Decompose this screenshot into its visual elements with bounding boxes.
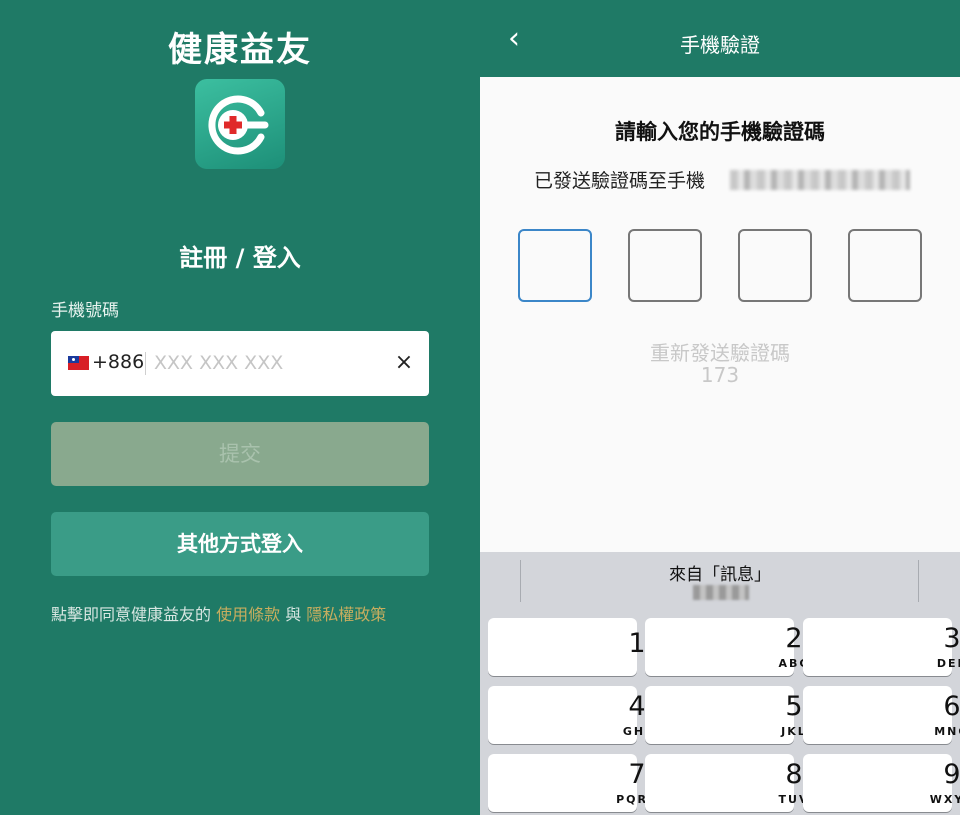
- terms-notice: 點擊即同意健康益友的 使用條款 與 隱私權政策: [51, 601, 386, 625]
- verification-screen: ‹ 手機驗證 請輸入您的手機驗證碼 已發送驗證碼至手機 重新發送驗證碼 173 …: [480, 0, 960, 815]
- key-7[interactable]: 7 PQRS: [488, 754, 656, 812]
- code-box-2[interactable]: [628, 229, 702, 302]
- code-box-1[interactable]: [518, 229, 592, 302]
- terms-of-use-link[interactable]: 使用條款: [216, 605, 280, 624]
- resend-code-link[interactable]: 重新發送驗證碼: [480, 337, 960, 366]
- register-login-title: 註冊 / 登入: [179, 244, 301, 272]
- clear-icon[interactable]: ×: [389, 348, 419, 378]
- field-divider: [145, 352, 146, 375]
- privacy-policy-link[interactable]: 隱私權政策: [306, 605, 386, 624]
- key-4[interactable]: 4 GHI: [488, 686, 649, 744]
- key-digit: 9: [943, 759, 960, 790]
- suggestion-source[interactable]: 來自「訊息」: [480, 560, 960, 585]
- country-code[interactable]: +886: [92, 351, 144, 373]
- key-8[interactable]: 8 TUV: [645, 754, 807, 812]
- masked-phone-number: [730, 170, 910, 190]
- key-3[interactable]: 3 DEF: [803, 618, 960, 676]
- terms-and: 與: [280, 605, 307, 624]
- code-box-3[interactable]: [738, 229, 812, 302]
- app-title: 健康益友: [168, 30, 312, 70]
- phone-number-label: 手機號碼: [51, 301, 119, 321]
- verification-heading: 請輸入您的手機驗證碼: [615, 120, 825, 144]
- autofill-suggestion-bar[interactable]: 來自「訊息」: [480, 552, 960, 608]
- numeric-keyboard: 來自「訊息」 1 2 ABC 3 DEF 4 GHI 5 JKL 6 MNO 7…: [480, 552, 960, 815]
- phone-field[interactable]: +886 ×: [51, 331, 429, 396]
- key-2[interactable]: 2 ABC: [645, 618, 807, 676]
- nav-title: 手機驗證: [680, 33, 760, 57]
- key-1[interactable]: 1: [488, 618, 646, 676]
- terms-prefix: 點擊即同意健康益友的: [51, 605, 217, 624]
- login-screen: 健康益友 註冊 / 登入 手機號碼 +886 × 提交 其他方式登入 點擊即同意…: [0, 0, 480, 815]
- key-letters: DEF: [936, 657, 960, 670]
- key-letters: MNO: [934, 725, 960, 738]
- suggested-code-masked[interactable]: [693, 585, 749, 600]
- submit-button[interactable]: 提交: [51, 422, 429, 486]
- key-5[interactable]: 5 JKL: [645, 686, 805, 744]
- taiwan-flag-icon[interactable]: [68, 356, 89, 370]
- code-box-4[interactable]: [848, 229, 922, 302]
- resend-countdown: 173: [700, 363, 740, 387]
- key-letters: WXYZ: [929, 793, 960, 806]
- app-logo-icon: [195, 79, 285, 169]
- other-login-button[interactable]: 其他方式登入: [51, 512, 429, 576]
- key-digit: 6: [943, 691, 960, 722]
- key-digit: 3: [943, 623, 960, 654]
- phone-input[interactable]: [154, 348, 384, 378]
- nav-bar: ‹ 手機驗證: [480, 0, 960, 77]
- key-6[interactable]: 6 MNO: [803, 686, 960, 744]
- code-sent-text: 已發送驗證碼至手機: [534, 170, 706, 192]
- key-9[interactable]: 9 WXYZ: [803, 754, 960, 812]
